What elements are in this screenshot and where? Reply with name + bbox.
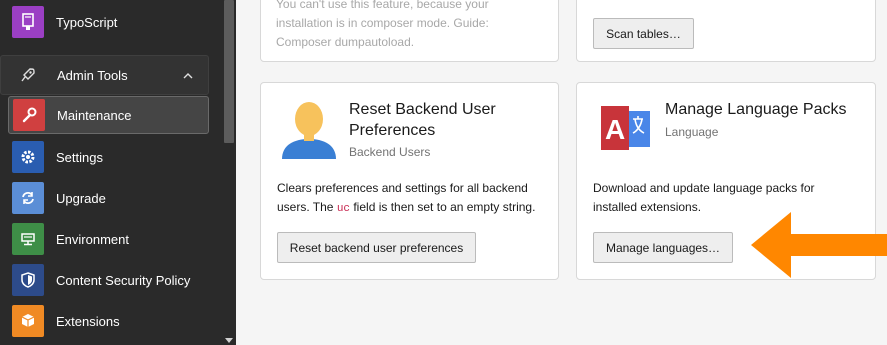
sidebar-item-maintenance[interactable]: Maintenance bbox=[8, 96, 209, 134]
card-title: Manage Language Packs bbox=[665, 101, 847, 118]
box-icon bbox=[12, 305, 44, 337]
card-title-line: Preferences bbox=[349, 122, 436, 139]
sidebar-item-typoscript[interactable]: TypoScript bbox=[8, 3, 209, 41]
sidebar-item-environment[interactable]: Environment bbox=[8, 220, 209, 258]
scroll-down-arrow[interactable] bbox=[225, 338, 233, 343]
card-text-line: Clears preferences and settings for all … bbox=[277, 181, 528, 195]
svg-text:A: A bbox=[605, 114, 625, 145]
sidebar-item-label: Maintenance bbox=[57, 107, 132, 123]
sidebar-item-label: Upgrade bbox=[56, 190, 106, 206]
sidebar-group-admin-tools[interactable]: Admin Tools bbox=[0, 55, 209, 95]
server-icon bbox=[12, 223, 44, 255]
sidebar-item-settings[interactable]: Settings bbox=[8, 138, 209, 176]
shield-icon bbox=[12, 264, 44, 296]
card-text-line: Composer dumpautoload. bbox=[276, 35, 415, 49]
translate-icon: A bbox=[600, 105, 652, 160]
sidebar-item-label: Environment bbox=[56, 231, 129, 247]
wrench-icon bbox=[13, 99, 45, 131]
card-composer-dumpautoload: You can't use this feature, because your… bbox=[260, 0, 559, 62]
sidebar-item-label: TypoScript bbox=[56, 14, 118, 30]
card-text-pre: users. The bbox=[277, 200, 337, 214]
chevron-up-icon[interactable] bbox=[182, 68, 194, 86]
uc-code: uc bbox=[336, 203, 351, 215]
card-text-line: You can't use this feature, because your bbox=[276, 0, 489, 11]
sidebar-item-label: Content Security Policy bbox=[56, 272, 191, 288]
reset-backend-user-preferences-button[interactable]: Reset backend user preferences bbox=[277, 232, 476, 263]
sidebar-item-upgrade[interactable]: Upgrade bbox=[8, 179, 209, 217]
main-content: You can't use this feature, because your… bbox=[236, 0, 887, 345]
orange-arrow-pointer bbox=[749, 210, 887, 285]
sidebar-item-label: Settings bbox=[56, 149, 103, 165]
scrollbar-thumb[interactable] bbox=[224, 0, 234, 143]
card-reset-backend-user-preferences: Reset Backend User Preferences Backend U… bbox=[260, 82, 559, 280]
card-text-line: installation is in composer mode. Guide: bbox=[276, 16, 489, 30]
gear-icon bbox=[12, 141, 44, 173]
sidebar: TypoScript Admin Tools Maintenance Setti… bbox=[0, 0, 222, 345]
sidebar-item-content-security-policy[interactable]: Content Security Policy bbox=[8, 261, 209, 299]
manage-languages-button[interactable]: Manage languages… bbox=[593, 232, 733, 263]
card-scan-tables: Scan tables… bbox=[576, 0, 876, 62]
typoscript-icon bbox=[12, 6, 44, 38]
rocket-icon bbox=[19, 66, 37, 84]
card-text-line: Download and update language packs for bbox=[593, 181, 815, 195]
sidebar-item-extensions[interactable]: Extensions bbox=[8, 302, 209, 340]
card-subtitle: Backend Users bbox=[349, 145, 431, 159]
card-subtitle: Language bbox=[665, 125, 719, 139]
sidebar-item-label: Extensions bbox=[56, 313, 120, 329]
scan-tables-button[interactable]: Scan tables… bbox=[593, 18, 694, 49]
refresh-icon bbox=[12, 182, 44, 214]
card-text-line: installed extensions. bbox=[593, 200, 702, 214]
card-text-line: users. The uc field is then set to an em… bbox=[277, 198, 535, 219]
user-avatar-icon bbox=[280, 101, 338, 164]
sidebar-group-label: Admin Tools bbox=[57, 67, 128, 83]
card-text-post: field is then set to an empty string. bbox=[350, 200, 536, 214]
card-title-line: Reset Backend User bbox=[349, 101, 496, 118]
